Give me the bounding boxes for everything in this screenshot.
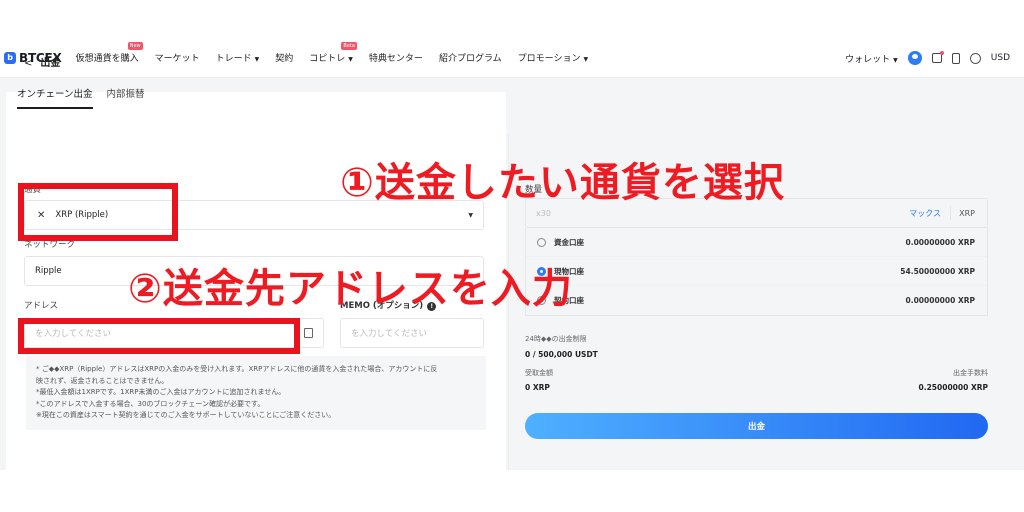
bell-icon[interactable] bbox=[931, 51, 944, 63]
chevron-down-icon: ▼ bbox=[893, 56, 898, 64]
fee-label: 出金手数料 bbox=[953, 369, 988, 377]
account-balance: 0.00000000 XRP bbox=[905, 296, 975, 305]
chevron-down-icon: ▼ bbox=[254, 56, 260, 63]
app-window: b BTCEX 仮想通貨を購入 New マーケット トレード ▼ 契約 コピトレ Be… bbox=[0, 38, 1024, 470]
memo-placeholder: を入力してください bbox=[351, 329, 427, 339]
annotation-step2: ②送金先アドレスを入力 bbox=[128, 266, 573, 312]
beta-badge: Beta bbox=[341, 42, 357, 50]
chevron-left-icon: < bbox=[24, 58, 33, 69]
address-book-icon[interactable] bbox=[304, 328, 313, 338]
notice-line: *最低入金額は1XRPです。1XRP未満のご入金はアカウントに追加されません。 bbox=[36, 388, 286, 396]
account-list: 資金口座 0.00000000 XRP 現物口座 54.50000000 XRP… bbox=[525, 228, 988, 316]
notice-line: ※現在この資産はスマート契約を通じてのご入金をサポートしていないことにご注意くだ… bbox=[36, 411, 336, 419]
nav-item-trade[interactable]: トレード ▼ bbox=[216, 51, 260, 64]
screenshot-frame: b BTCEX 仮想通貨を購入 New マーケット トレード ▼ 契約 コピトレ Be… bbox=[0, 0, 1024, 512]
max-button[interactable]: マックス bbox=[909, 208, 941, 219]
nav-item-contract[interactable]: 契約 bbox=[275, 51, 293, 64]
address-label: アドレス bbox=[24, 301, 59, 311]
withdraw-tabs: オンチェーン出金 内部振替 bbox=[17, 86, 159, 109]
radio-button[interactable] bbox=[537, 237, 546, 247]
wallet-menu[interactable]: ウォレット ▼ bbox=[845, 52, 898, 65]
caret-down-icon: ▼ bbox=[468, 211, 473, 219]
account-balance: 54.50000000 XRP bbox=[900, 266, 975, 276]
nav-label: コピトレ bbox=[309, 54, 346, 64]
nav-label: 契約 bbox=[275, 54, 294, 64]
page-title: 出金 bbox=[40, 58, 61, 69]
notice-line: *このアドレスで入金する場合、30のブロックチェーン確認が必要です。 bbox=[36, 399, 265, 408]
nav-label: マーケット bbox=[154, 54, 200, 64]
withdraw-submit-button[interactable]: 出金 bbox=[525, 413, 988, 439]
divider bbox=[950, 206, 951, 220]
wallet-label: ウォレット bbox=[845, 54, 891, 65]
nav-label: 仮想通貨を購入 bbox=[75, 54, 139, 64]
fee-value: 0.25000000 XRP bbox=[918, 383, 988, 392]
highlight-coin-select bbox=[18, 183, 178, 241]
currency-selector[interactable]: USD bbox=[991, 53, 1010, 63]
tab-internal-transfer[interactable]: 内部振替 bbox=[107, 86, 145, 109]
account-name: 資金口座 bbox=[554, 237, 584, 247]
limit-label: 24時◆◆の出金制限 bbox=[525, 335, 587, 343]
amount-currency: XRP bbox=[959, 208, 975, 218]
logo-icon: b bbox=[4, 51, 16, 64]
annotation-step1: ①送金したい通貨を選択 bbox=[340, 160, 785, 206]
nav-item-promotion[interactable]: プロモーション ▼ bbox=[518, 51, 588, 64]
account-option-contract[interactable]: 契約口座 0.00000000 XRP bbox=[526, 286, 987, 315]
receive-label: 受取金額 bbox=[525, 369, 553, 377]
network-value: Ripple bbox=[35, 266, 62, 276]
withdraw-notice: * ご◆◆XRP（Ripple）アドレスはXRPの入金のみを受け入れます。XRP… bbox=[26, 356, 486, 430]
receive-value: 0 XRP bbox=[525, 383, 550, 392]
nav-right: ウォレット ▼ USD bbox=[845, 38, 1010, 78]
chevron-down-icon: ▼ bbox=[348, 56, 353, 63]
nav-label: プロモーション bbox=[517, 54, 581, 64]
account-option-spot[interactable]: 現物口座 54.50000000 XRP bbox=[526, 257, 987, 286]
top-nav: b BTCEX 仮想通貨を購入 New マーケット トレード ▼ 契約 コピトレ Be… bbox=[0, 38, 1024, 78]
account-option-funding[interactable]: 資金口座 0.00000000 XRP bbox=[526, 228, 987, 257]
amount-placeholder: x30 bbox=[536, 208, 551, 218]
nav-item-markets[interactable]: マーケット bbox=[155, 51, 200, 64]
nav-label: 特典センター bbox=[368, 54, 423, 64]
nav-item-buy-crypto[interactable]: 仮想通貨を購入 New bbox=[75, 42, 143, 64]
nav-label: 紹介プログラム bbox=[438, 54, 502, 64]
new-badge: New bbox=[127, 42, 143, 50]
globe-icon[interactable] bbox=[969, 52, 981, 64]
notice-line: 映されず、返金されることはできません。 bbox=[36, 376, 169, 385]
chevron-down-icon: ▼ bbox=[583, 56, 589, 63]
memo-input[interactable]: を入力してください bbox=[340, 318, 484, 348]
limit-value: 0 / 500,000 USDT bbox=[525, 350, 598, 359]
notification-dot bbox=[939, 51, 944, 55]
nav-item-copy-trade[interactable]: コピトレ Beta ▼ bbox=[309, 42, 357, 64]
main-menu: 仮想通貨を購入 New マーケット トレード ▼ 契約 コピトレ Beta ▼ 特典セン… bbox=[75, 42, 605, 64]
account-balance: 0.00000000 XRP bbox=[905, 237, 975, 247]
tab-onchain[interactable]: オンチェーン出金 bbox=[17, 86, 93, 109]
back-link[interactable]: < 出金 bbox=[24, 54, 60, 69]
nav-label: トレード bbox=[215, 54, 252, 64]
nav-item-rewards[interactable]: 特典センター bbox=[369, 51, 423, 64]
download-icon[interactable] bbox=[951, 52, 960, 64]
notice-line: * ご◆◆XRP（Ripple）アドレスはXRPの入金のみを受け入れます。XRP… bbox=[36, 365, 438, 373]
highlight-address-input bbox=[18, 318, 300, 354]
nav-item-referral[interactable]: 紹介プログラム bbox=[439, 51, 502, 64]
user-avatar-icon[interactable] bbox=[907, 51, 922, 65]
